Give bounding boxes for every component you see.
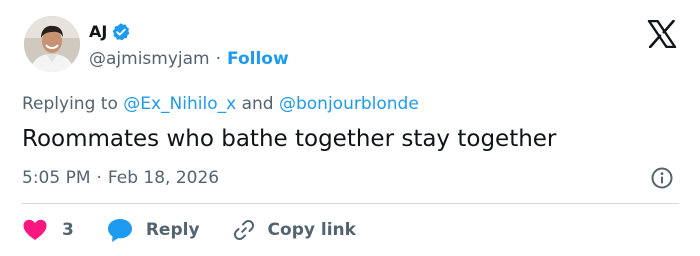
author-name-row: AJ — [89, 22, 131, 42]
verified-badge-icon — [111, 22, 131, 42]
reply-button[interactable]: Reply — [106, 217, 200, 243]
divider — [22, 203, 679, 204]
replying-prefix: Replying to — [22, 94, 118, 114]
like-button[interactable]: 3 — [22, 218, 74, 242]
avatar-image — [24, 16, 80, 72]
reply-bubble-icon — [106, 217, 134, 243]
mention-link[interactable]: @Ex_Nihilo_x — [123, 94, 236, 114]
info-icon[interactable] — [650, 166, 674, 190]
display-name[interactable]: AJ — [89, 22, 107, 42]
tweet-text: Roommates who bathe together stay togeth… — [22, 126, 557, 152]
tweet-timestamp[interactable]: 5:05 PM · Feb 18, 2026 — [22, 167, 219, 189]
tweet-date: Feb 18, 2026 — [107, 168, 220, 188]
like-count: 3 — [62, 220, 74, 240]
replying-joiner: and — [241, 94, 274, 114]
heart-icon — [22, 218, 48, 242]
avatar[interactable] — [24, 16, 80, 72]
tweet-time: 5:05 PM — [22, 168, 91, 188]
link-icon — [232, 218, 256, 242]
separator-dot: · — [96, 168, 102, 188]
tweet-card: AJ @ajmismyjam · Follow Replying to @Ex_… — [0, 0, 700, 256]
replying-to-line: Replying to @Ex_Nihilo_x and @bonjourblo… — [22, 93, 419, 115]
mention-link[interactable]: @bonjourblonde — [279, 94, 419, 114]
tweet-actions: 3 Reply Copy link — [22, 216, 356, 244]
user-handle[interactable]: @ajmismyjam — [89, 48, 210, 70]
copy-link-label: Copy link — [267, 220, 356, 240]
separator-dot: · — [215, 49, 222, 69]
follow-button[interactable]: Follow — [227, 48, 289, 70]
handle-row: @ajmismyjam · Follow — [89, 48, 289, 70]
copy-link-button[interactable]: Copy link — [232, 218, 356, 242]
x-logo-icon[interactable] — [647, 19, 677, 49]
reply-label: Reply — [145, 220, 200, 240]
